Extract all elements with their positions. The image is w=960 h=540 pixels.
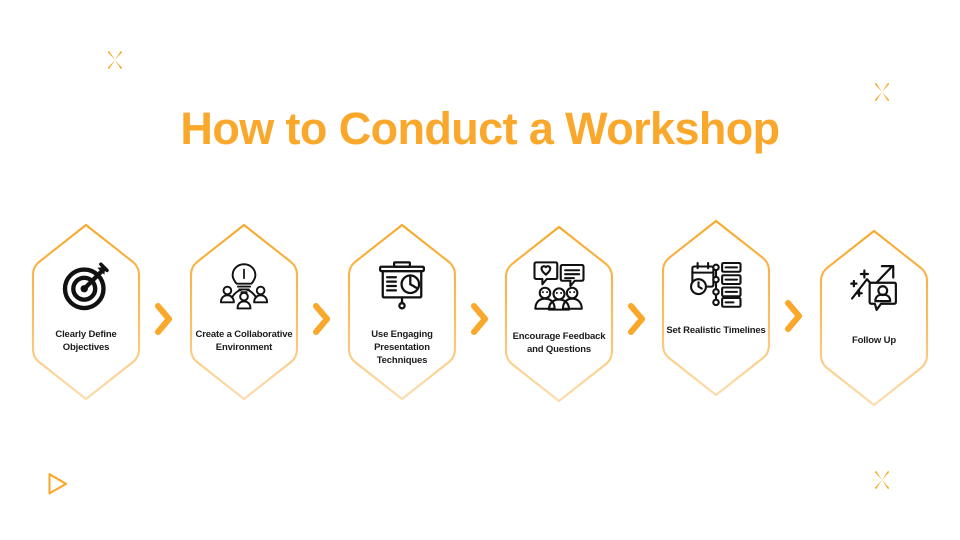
flow-chevron-3-icon bbox=[469, 302, 491, 336]
flow-chevron-4-icon bbox=[626, 302, 648, 336]
lightbulb-team-icon bbox=[216, 259, 272, 315]
step-card-2[interactable]: Create a Collaborative Environment bbox=[188, 222, 300, 402]
step-card-1[interactable]: Clearly Define Objectives bbox=[30, 222, 142, 402]
flow-chevron-1-icon bbox=[153, 302, 175, 336]
step-label: Create a Collaborative Environment bbox=[195, 329, 293, 353]
target-arrow-icon bbox=[58, 259, 114, 315]
presentation-chart-icon bbox=[374, 258, 430, 314]
step-label: Clearly Define Objectives bbox=[55, 329, 117, 353]
calendar-timeline-icon bbox=[688, 256, 744, 312]
step-card-6[interactable]: Follow Up bbox=[818, 228, 930, 408]
flow-chevron-2-icon bbox=[311, 302, 333, 336]
flow-chevron-5-icon bbox=[783, 299, 805, 333]
step-label: Set Realistic Timelines bbox=[666, 325, 766, 336]
step-card-3[interactable]: Use Engaging Presentation Techniques bbox=[346, 222, 458, 402]
step-label: Encourage Feedback and Questions bbox=[512, 331, 606, 355]
step-label: Follow Up bbox=[851, 335, 897, 346]
workshop-steps-flow: Clearly Define Objectives Create a Colla… bbox=[0, 0, 960, 540]
growth-arrow-person-icon bbox=[846, 260, 902, 316]
step-card-5[interactable]: Set Realistic Timelines bbox=[660, 218, 772, 398]
step-label: Use Engaging Presentation Techniques bbox=[371, 329, 433, 366]
step-card-4[interactable]: Encourage Feedback and Questions bbox=[503, 224, 615, 404]
slide-root: How to Conduct a Workshop Clearly Define… bbox=[0, 0, 960, 540]
people-speech-bubble-icon bbox=[531, 258, 587, 314]
